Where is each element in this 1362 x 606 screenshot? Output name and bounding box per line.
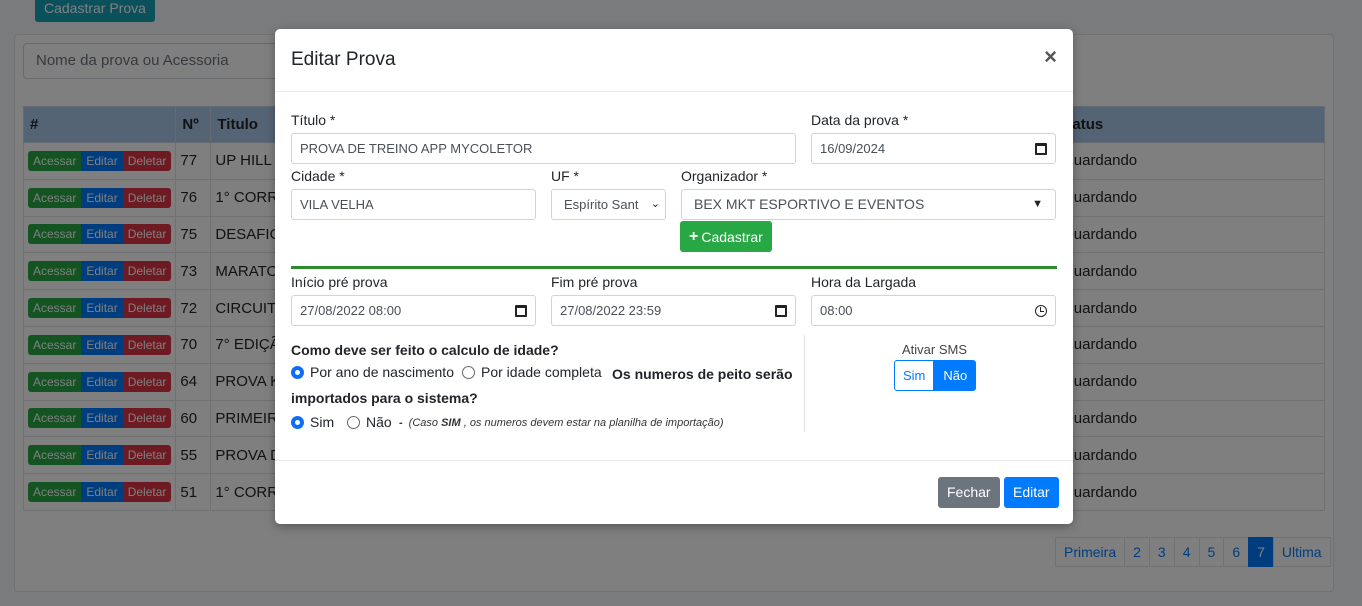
peito-question-line2: importados para o sistema?: [291, 390, 478, 406]
idade-question: Como deve ser feito o calculo de idade?: [291, 342, 559, 358]
cadastrar-label: Cadastrar: [701, 228, 763, 245]
sms-toggle: Sim Não: [894, 360, 977, 391]
uf-select[interactable]: Espírito Sant ⌄: [551, 189, 666, 220]
hora-label: Hora da Largada: [811, 274, 917, 290]
calendar-icon[interactable]: [775, 304, 787, 317]
radio-label: Sim: [310, 414, 335, 430]
radio-label: Por idade completa: [481, 364, 602, 380]
inicio-label: Início pré prova: [291, 274, 388, 290]
close-icon[interactable]: ×: [1044, 44, 1057, 70]
inicio-input[interactable]: 27/08/2022 08:00: [291, 295, 536, 326]
edit-prova-modal: Editar Prova × Título * PROVA DE TREINO …: [275, 29, 1073, 524]
radio-label: Não: [366, 414, 392, 430]
modal-footer: Fechar Editar: [275, 460, 1073, 524]
uf-value: Espírito Sant: [564, 197, 639, 212]
cidade-input[interactable]: VILA VELHA: [291, 189, 536, 220]
data-prova-value: 16/09/2024: [820, 141, 886, 156]
organizador-label: Organizador *: [681, 168, 768, 184]
inicio-value: 27/08/2022 08:00: [300, 303, 402, 318]
radio-peito-nao[interactable]: Não: [347, 414, 392, 430]
sms-label: Ativar SMS: [902, 342, 968, 357]
peito-question-line1: Os numeros de peito serão: [612, 366, 793, 382]
vertical-divider: [804, 335, 805, 432]
fim-input[interactable]: 27/08/2022 23:59: [551, 295, 796, 326]
titulo-label: Título *: [291, 112, 336, 128]
radio-idade-completa[interactable]: Por idade completa: [462, 364, 602, 380]
caret-down-icon: ▼: [1032, 198, 1043, 210]
radio-peito-sim[interactable]: Sim: [291, 414, 334, 430]
radio-unchecked-icon[interactable]: [462, 365, 475, 379]
fim-value: 27/08/2022 23:59: [560, 303, 662, 318]
radio-unchecked-icon[interactable]: [347, 415, 360, 429]
editar-button[interactable]: Editar: [1004, 477, 1059, 508]
modal-title: Editar Prova: [291, 49, 396, 70]
cidade-label: Cidade *: [291, 168, 345, 184]
radio-checked-icon[interactable]: [291, 415, 304, 429]
sms-nao-button[interactable]: Não: [934, 360, 977, 391]
hora-input[interactable]: 08:00: [811, 295, 1056, 326]
clock-icon[interactable]: [1035, 304, 1047, 317]
titulo-value: PROVA DE TREINO APP MYCOLETOR: [300, 141, 533, 156]
fim-label: Fim pré prova: [551, 274, 638, 290]
plus-icon: +: [689, 227, 699, 245]
chevron-down-icon: ⌄: [650, 198, 660, 210]
organizador-select[interactable]: BEX MKT ESPORTIVO E EVENTOS ▼: [681, 189, 1056, 220]
section-divider: [291, 266, 1057, 269]
data-prova-label: Data da prova *: [811, 112, 909, 128]
cidade-value: VILA VELHA: [300, 197, 374, 212]
import-hint: - (Caso SIM , os numeros devem estar na p…: [399, 417, 724, 429]
fechar-button[interactable]: Fechar: [938, 477, 1000, 508]
cadastrar-organizador-button[interactable]: + Cadastrar: [680, 221, 772, 252]
uf-label: UF *: [551, 168, 579, 184]
titulo-input[interactable]: PROVA DE TREINO APP MYCOLETOR: [291, 133, 796, 164]
modal-body: Título * PROVA DE TREINO APP MYCOLETOR D…: [275, 92, 1073, 460]
data-prova-input[interactable]: 16/09/2024: [811, 133, 1056, 164]
hora-value: 08:00: [820, 303, 853, 318]
radio-label: Por ano de nascimento: [310, 364, 454, 380]
calendar-icon[interactable]: [515, 304, 527, 317]
calendar-icon[interactable]: [1035, 142, 1047, 155]
organizador-value: BEX MKT ESPORTIVO E EVENTOS: [694, 196, 925, 212]
radio-ano-nascimento[interactable]: Por ano de nascimento: [291, 364, 454, 380]
modal-header: Editar Prova ×: [275, 29, 1073, 92]
radio-checked-icon[interactable]: [291, 365, 304, 379]
sms-sim-button[interactable]: Sim: [894, 360, 935, 391]
